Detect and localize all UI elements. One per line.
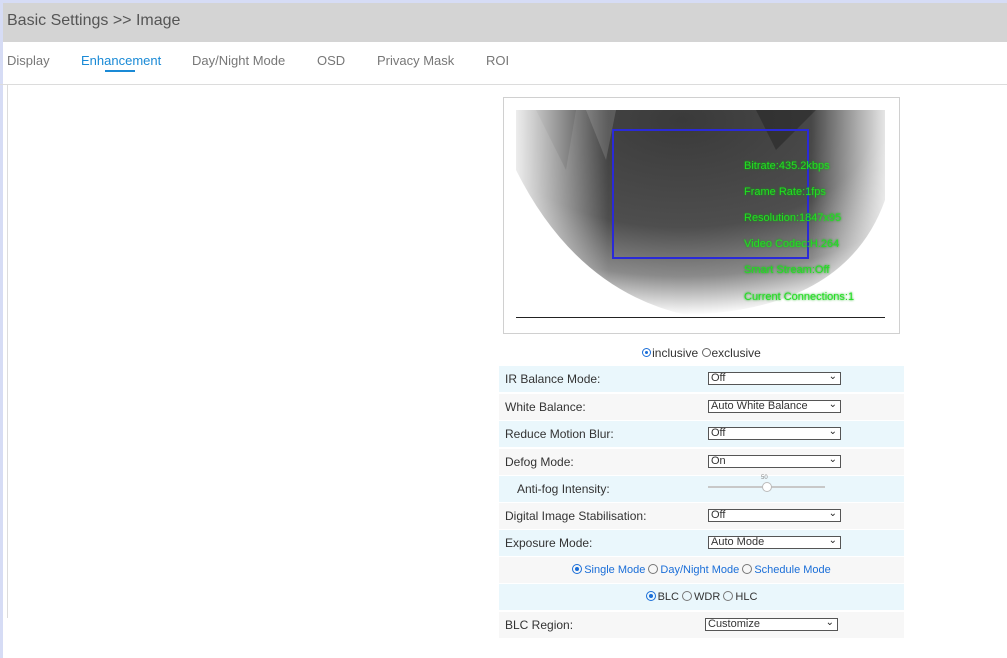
schedule-mode-group: Single Mode Day/Night Mode Schedule Mode [499, 557, 904, 583]
exposure-select[interactable]: Auto Mode ⌄ [708, 535, 841, 549]
dis-value: Off [711, 509, 726, 521]
chevron-down-icon: ⌄ [828, 371, 837, 382]
osd-bitrate: Bitrate:435.2kbps [744, 160, 830, 172]
motion-blur-select[interactable]: Off ⌄ [708, 426, 841, 440]
backlight-mode-group: BLC WDR HLC [499, 584, 904, 610]
osd-frame-rate: Frame Rate:1fps [744, 186, 826, 198]
ir-balance-label: IR Balance Mode: [505, 372, 601, 386]
daynight-mode-radio[interactable] [648, 564, 659, 575]
page-title: Basic Settings >> Image [7, 12, 181, 29]
antifog-row: Anti-fog Intensity: 50 [499, 475, 904, 502]
preview-baseline [516, 317, 885, 318]
ir-balance-select[interactable]: Off ⌄ [708, 371, 841, 385]
chevron-down-icon: ⌄ [825, 617, 834, 628]
exposure-row: Exposure Mode: Auto Mode ⌄ [499, 530, 904, 556]
white-balance-row: White Balance: Auto White Balance ⌄ [499, 394, 904, 420]
defog-label: Defog Mode: [505, 455, 574, 469]
single-mode-radio[interactable] [572, 564, 583, 575]
chevron-down-icon: ⌄ [828, 508, 837, 519]
ir-balance-value: Off [711, 372, 726, 384]
white-balance-value: Auto White Balance [711, 400, 808, 412]
motion-blur-value: Off [711, 427, 726, 439]
osd-smart-stream: Smart Stream:Off [744, 264, 830, 276]
left-panel-border [7, 85, 8, 618]
schedule-mode-radio[interactable] [742, 564, 753, 575]
tab-day-night-mode[interactable]: Day/Night Mode [192, 53, 285, 68]
exposure-label: Exposure Mode: [505, 536, 593, 550]
wdr-radio[interactable] [682, 591, 693, 602]
exclusive-radio[interactable] [701, 348, 711, 358]
blc-radio[interactable] [645, 591, 656, 602]
active-tab-indicator [105, 70, 135, 72]
schedule-mode-label[interactable]: Schedule Mode [754, 564, 830, 576]
blc-region-label: BLC Region: [505, 618, 574, 632]
tab-osd[interactable]: OSD [317, 53, 345, 68]
tab-display[interactable]: Display [7, 53, 50, 68]
white-balance-label: White Balance: [505, 400, 586, 414]
exposure-value: Auto Mode [711, 536, 765, 548]
blc-region-row: BLC Region: Customize ⌄ [499, 612, 904, 638]
chevron-down-icon: ⌄ [828, 399, 837, 410]
chevron-down-icon: ⌄ [828, 535, 837, 546]
defog-select[interactable]: On ⌄ [708, 454, 841, 468]
tab-privacy-mask[interactable]: Privacy Mask [377, 53, 454, 68]
white-balance-select[interactable]: Auto White Balance ⌄ [708, 399, 841, 413]
page-header: Basic Settings >> Image [3, 3, 1007, 42]
exclusive-label[interactable]: exclusive [712, 346, 761, 360]
region-mode-group: inclusive exclusive [499, 346, 904, 360]
defog-row: Defog Mode: On ⌄ [499, 449, 904, 475]
motion-blur-row: Reduce Motion Blur: Off ⌄ [499, 421, 904, 447]
chevron-down-icon: ⌄ [828, 454, 837, 465]
dis-label: Digital Image Stabilisation: [505, 509, 647, 523]
blc-region-value: Customize [708, 618, 760, 630]
single-mode-label[interactable]: Single Mode [584, 564, 645, 576]
defog-value: On [711, 455, 726, 467]
chevron-down-icon: ⌄ [828, 426, 837, 437]
dis-select[interactable]: Off ⌄ [708, 508, 841, 522]
hlc-radio[interactable] [723, 591, 734, 602]
hlc-label[interactable]: HLC [735, 591, 757, 603]
video-preview-container: Bitrate:435.2kbps Frame Rate:1fps Resolu… [503, 97, 900, 334]
window-frame-left [0, 0, 3, 658]
antifog-label: Anti-fog Intensity: [517, 482, 610, 496]
antifog-slider-handle[interactable] [762, 482, 772, 492]
dis-row: Digital Image Stabilisation: Off ⌄ [499, 503, 904, 529]
osd-video-codec: Video Codec:H.264 [744, 238, 840, 250]
tab-bar: Display Enhancement Day/Night Mode OSD P… [0, 42, 1007, 85]
daynight-mode-label[interactable]: Day/Night Mode [660, 564, 739, 576]
tab-roi[interactable]: ROI [486, 53, 509, 68]
video-preview[interactable]: Bitrate:435.2kbps Frame Rate:1fps Resolu… [516, 110, 885, 318]
osd-resolution: Resolution:1847x95 [744, 212, 842, 224]
blc-region-select[interactable]: Customize ⌄ [705, 617, 838, 631]
inclusive-label[interactable]: inclusive [652, 346, 698, 360]
motion-blur-label: Reduce Motion Blur: [505, 427, 614, 441]
ir-balance-row: IR Balance Mode: Off ⌄ [499, 366, 904, 392]
inclusive-radio[interactable] [642, 348, 652, 358]
antifog-value: 50 [761, 475, 768, 481]
wdr-label[interactable]: WDR [694, 591, 720, 603]
tab-enhancement[interactable]: Enhancement [81, 53, 161, 68]
blc-label[interactable]: BLC [658, 591, 679, 603]
osd-connections: Current Connections:1 [744, 291, 855, 303]
